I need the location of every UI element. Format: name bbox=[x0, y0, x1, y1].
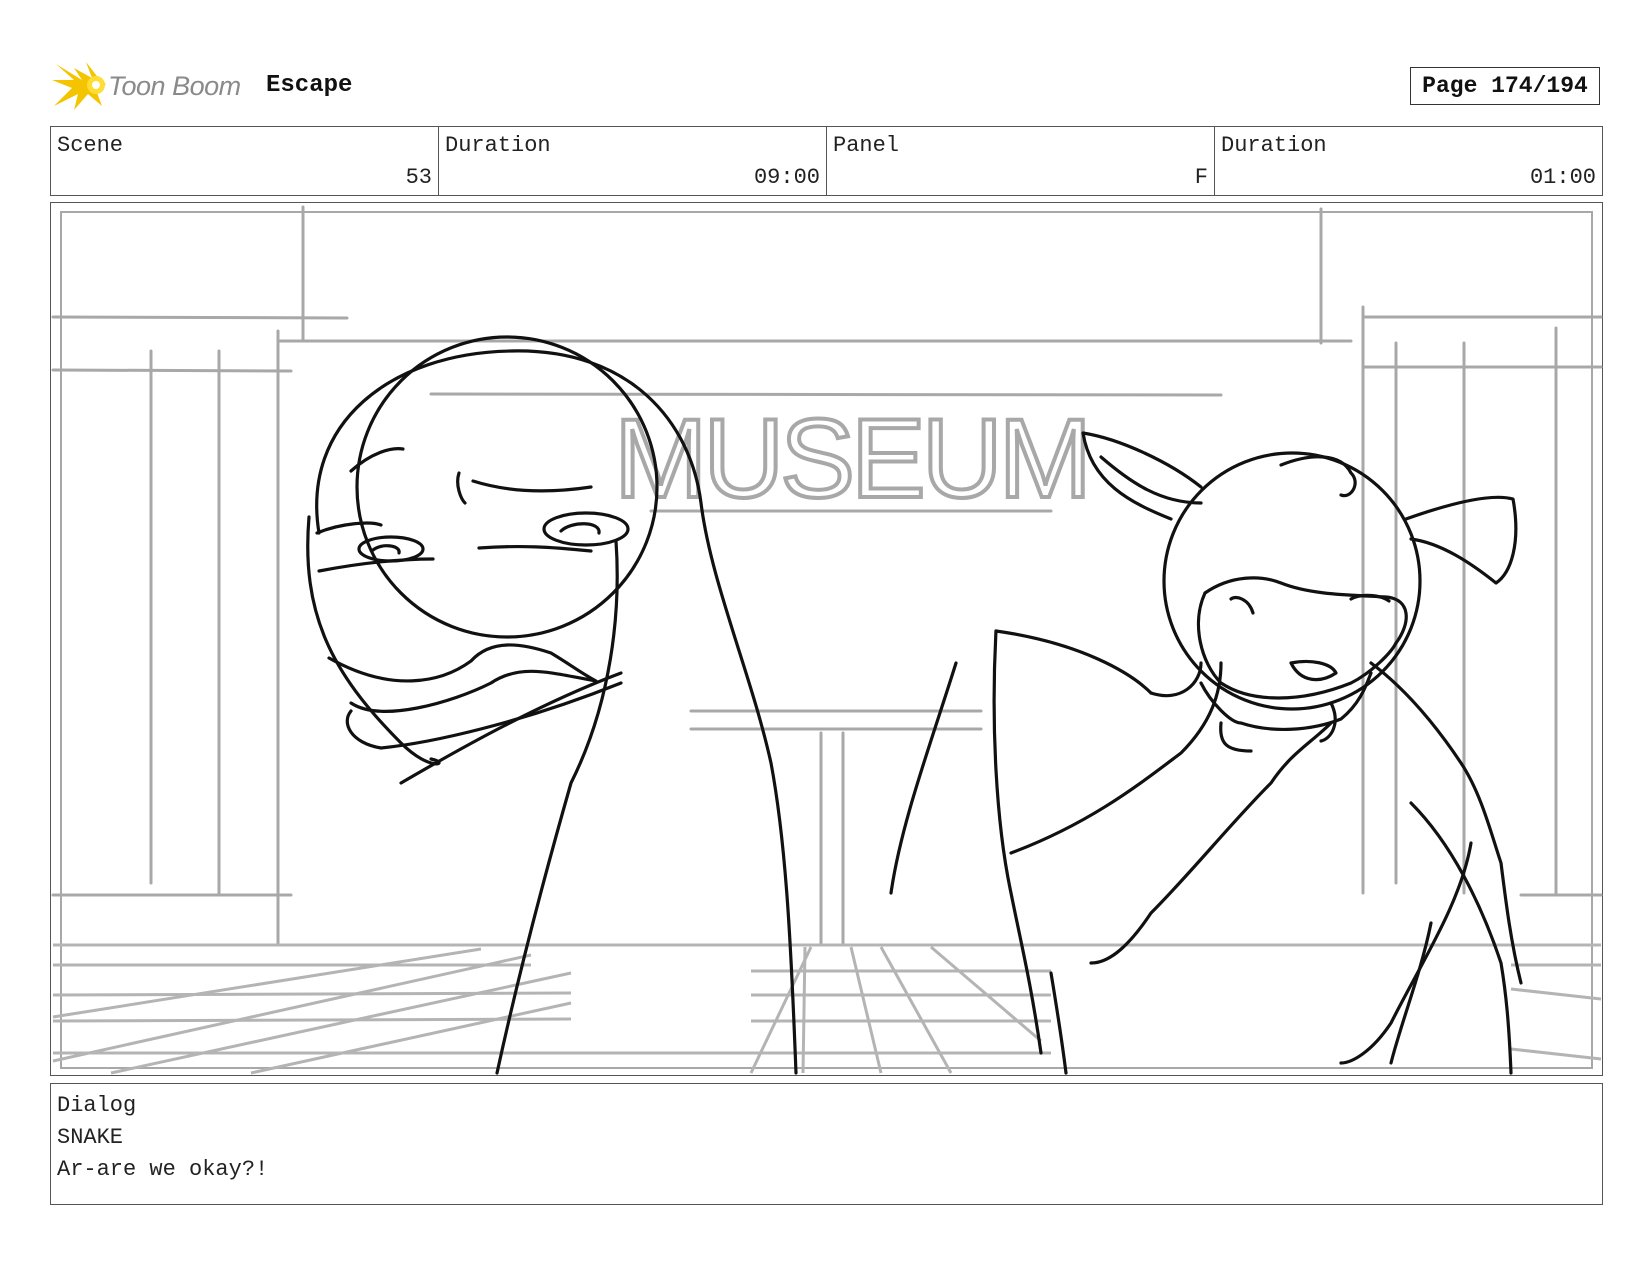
panel-duration-value: 01:00 bbox=[1529, 165, 1596, 190]
scene-duration-label: Duration bbox=[445, 133, 551, 158]
page-number: Page 174/194 bbox=[1410, 67, 1600, 105]
panel-value: F bbox=[1194, 165, 1208, 190]
logo-wordmark: Toon Boom bbox=[108, 71, 241, 101]
panel-cell: Panel F bbox=[827, 127, 1215, 195]
dialog-box: Dialog SNAKE Ar-are we okay?! bbox=[50, 1083, 1603, 1205]
storyboard-panel: MUSEUM bbox=[50, 202, 1603, 1076]
toon-boom-logo: Toon Boom bbox=[52, 58, 252, 114]
snake-left-eye bbox=[357, 535, 425, 563]
panel-label: Panel bbox=[833, 133, 900, 158]
scene-duration-value: 09:00 bbox=[753, 165, 820, 190]
panel-duration-cell: Duration 01:00 bbox=[1215, 127, 1602, 195]
project-title: Escape bbox=[266, 72, 353, 99]
scene-value: 53 bbox=[405, 165, 432, 190]
museum-sign: MUSEUM bbox=[614, 396, 1088, 521]
dialog-label: Dialog bbox=[57, 1093, 137, 1118]
snake-right-eye bbox=[542, 511, 630, 547]
scene-cell: Scene 53 bbox=[51, 127, 439, 195]
background-architecture bbox=[51, 205, 1603, 945]
starburst-logo-icon bbox=[52, 62, 106, 110]
scene-label: Scene bbox=[57, 133, 124, 158]
dialog-character: SNAKE bbox=[57, 1125, 124, 1150]
cow-character bbox=[889, 431, 1523, 1075]
panel-sketch: MUSEUM bbox=[51, 205, 1603, 1075]
scene-duration-cell: Duration 09:00 bbox=[439, 127, 827, 195]
floor-grid bbox=[52, 943, 1602, 1075]
panel-duration-label: Duration bbox=[1221, 133, 1327, 158]
scene-info-bar: Scene 53 Duration 09:00 Panel F Duration… bbox=[50, 126, 1603, 196]
dialog-text: Ar-are we okay?! bbox=[57, 1157, 269, 1182]
